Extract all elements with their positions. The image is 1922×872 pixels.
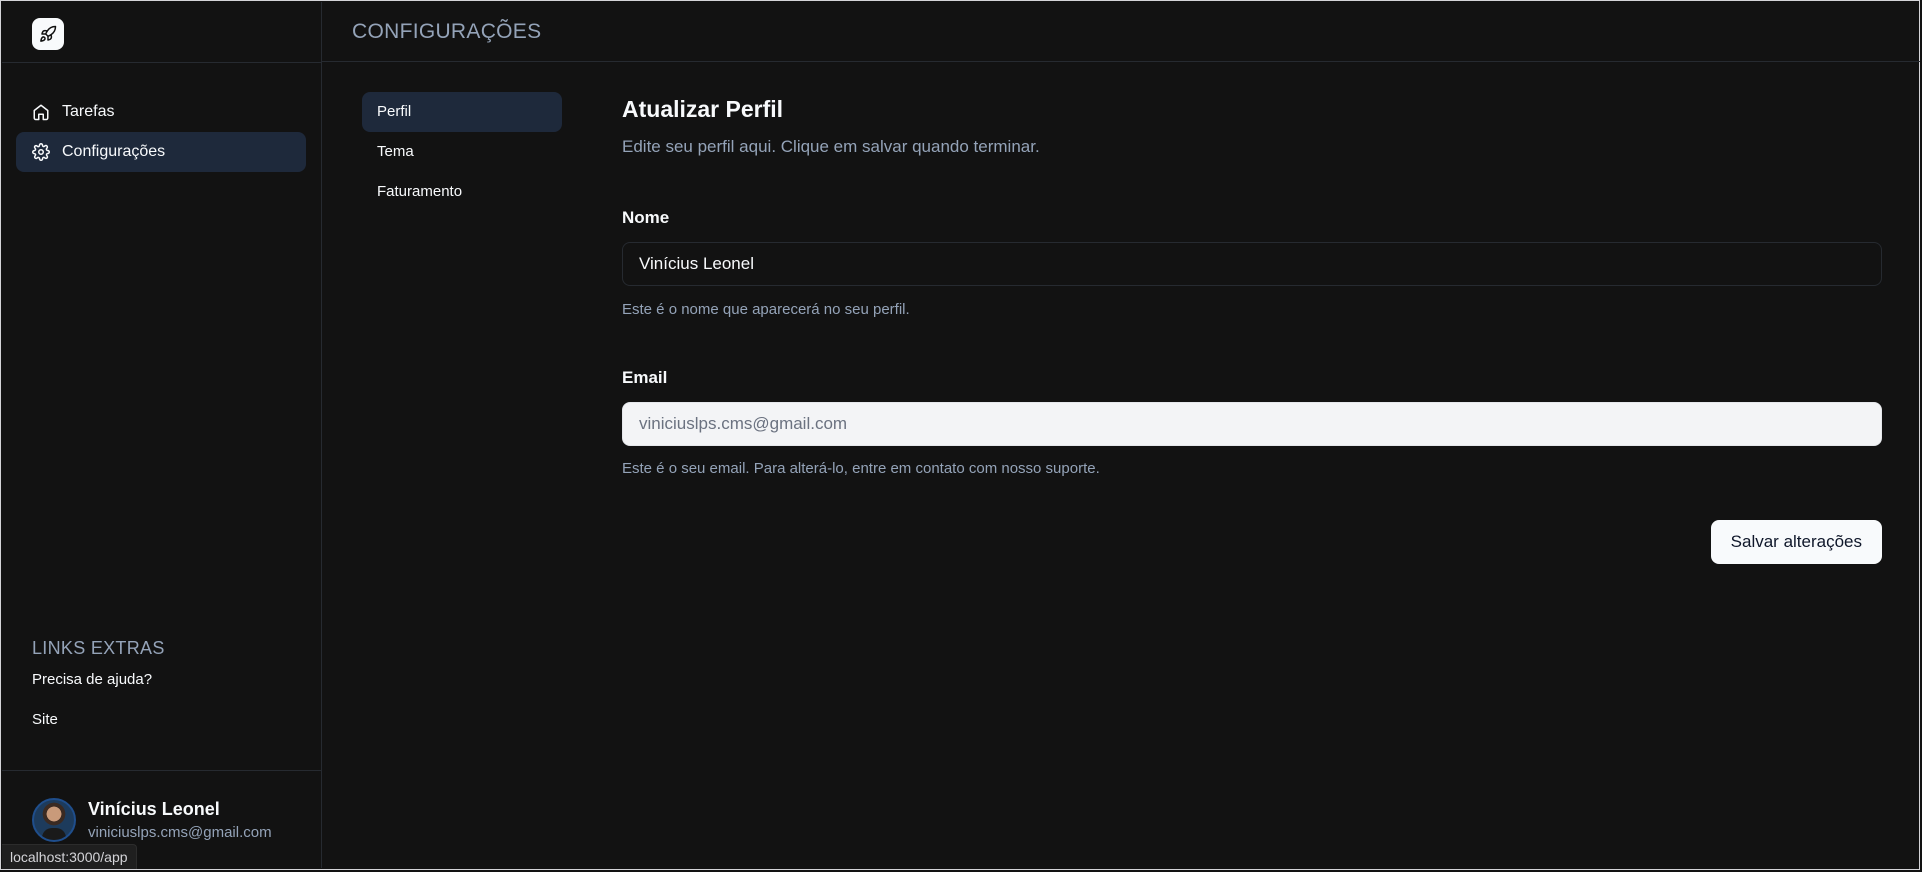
page-title: CONFIGURAÇÕES (352, 20, 542, 43)
profile-form: Atualizar Perfil Edite seu perfil aqui. … (622, 92, 1882, 564)
app-logo[interactable] (32, 18, 64, 50)
name-field[interactable] (622, 242, 1882, 286)
tab-faturamento[interactable]: Faturamento (362, 172, 562, 212)
sidebar-item-configuracoes[interactable]: Configurações (16, 132, 306, 172)
form-description: Edite seu perfil aqui. Clique em salvar … (622, 137, 1040, 156)
sidebar-item-tarefas[interactable]: Tarefas (16, 92, 306, 132)
extra-links-title: LINKS EXTRAS (32, 638, 165, 658)
extra-links: LINKS EXTRAS Precisa de ajuda? Site (32, 638, 165, 747)
user-profile[interactable]: Vinícius Leonel viniciuslps.cms@gmail.co… (32, 798, 272, 842)
home-icon (33, 104, 49, 121)
sidebar-item-label: Configurações (62, 143, 166, 160)
rocket-icon (40, 25, 57, 42)
sidebar-item-label: Tarefas (62, 103, 115, 120)
name-label: Nome (622, 208, 670, 227)
settings-nav: Perfil Tema Faturamento (362, 92, 562, 212)
user-email: viniciuslps.cms@gmail.com (88, 824, 272, 841)
sidebar-divider (2, 62, 321, 63)
email-hint: Este é o seu email. Para alterá-lo, entr… (622, 460, 1100, 477)
gear-icon (32, 143, 50, 161)
help-link[interactable]: Precisa de ajuda? (32, 667, 165, 707)
tab-tema[interactable]: Tema (362, 132, 562, 172)
form-title: Atualizar Perfil (622, 96, 784, 122)
save-button[interactable]: Salvar alterações (1710, 520, 1882, 564)
email-field[interactable] (622, 402, 1882, 446)
sidebar-nav: Tarefas Configurações (16, 92, 306, 172)
name-hint: Este é o nome que aparecerá no seu perfi… (622, 301, 910, 318)
tab-perfil[interactable]: Perfil (362, 92, 562, 132)
user-divider (2, 770, 321, 771)
sidebar: Tarefas Configurações LINKS EXTRAS Preci… (2, 2, 322, 868)
user-name: Vinícius Leonel (88, 799, 220, 819)
site-link[interactable]: Site (32, 707, 165, 747)
avatar (32, 798, 76, 842)
page-header: CONFIGURAÇÕES (322, 2, 1920, 62)
email-label: Email (622, 368, 668, 387)
browser-status-bar: localhost:3000/app (2, 844, 137, 869)
